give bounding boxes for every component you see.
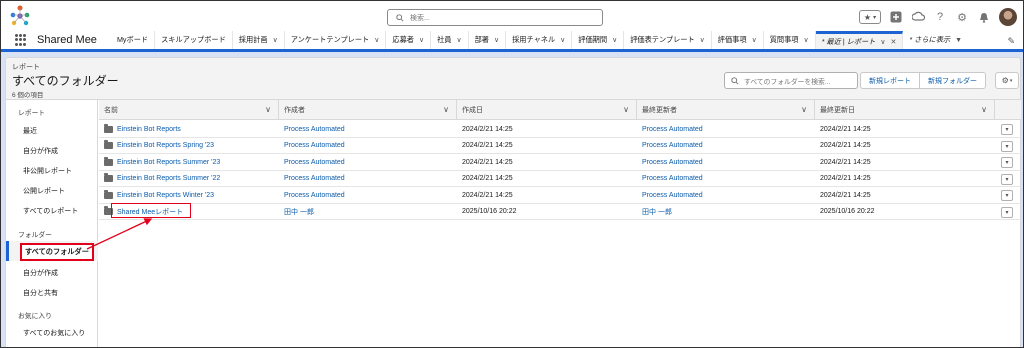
annotation-arrow — [86, 218, 153, 250]
app-frame: 検索... ★ ▾ ? ⚙ Shared Mee Myボード スキルアップボード採 — [0, 0, 1024, 348]
